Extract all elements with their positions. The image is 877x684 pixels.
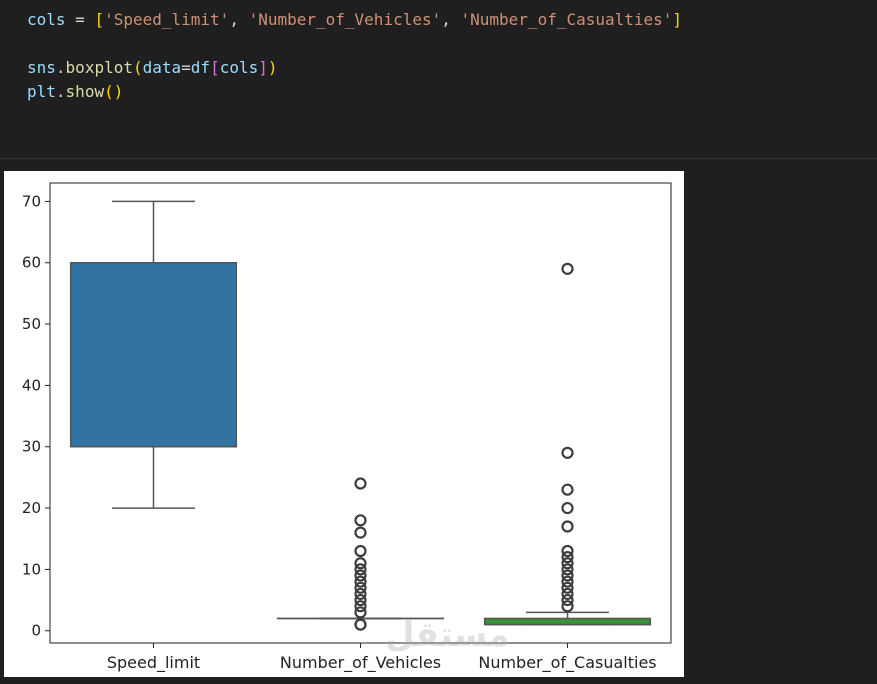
code-token: plt — [27, 82, 56, 101]
code-token: [ — [210, 58, 220, 77]
y-tick-label: 10 — [22, 560, 41, 578]
code-token: show — [65, 82, 105, 101]
outlier-point — [354, 618, 367, 631]
code-token: ] — [258, 58, 268, 77]
outlier-point — [354, 544, 367, 558]
outlier-point — [354, 557, 367, 570]
outlier-point — [561, 544, 574, 558]
code-line-3: plt.show() — [27, 82, 123, 102]
boxplot-figure: 0 10 20 30 40 50 60 70 Speed_limit Number_of_Vehi… — [4, 171, 684, 677]
code-token: , — [229, 10, 249, 29]
code-token: . — [55, 58, 66, 77]
outlier-point — [354, 514, 367, 527]
code-token: , — [441, 10, 461, 29]
code-token: ) — [267, 58, 278, 77]
code-token: 'Number_of_Casualties' — [460, 10, 673, 29]
outlier-point — [561, 520, 574, 533]
outlier-point — [561, 262, 574, 275]
code-token: . — [55, 82, 66, 101]
code-token: () — [104, 82, 124, 101]
box-iqr — [69, 261, 238, 448]
code-token: data — [142, 58, 182, 77]
code-token: sns — [27, 58, 56, 77]
code-cell[interactable]: cols = ['Speed_limit', 'Number_of_Vehicl… — [0, 0, 877, 158]
code-token: cols — [219, 58, 259, 77]
code-token: = — [65, 10, 95, 29]
y-tick-label: 30 — [22, 438, 41, 456]
y-tick-label: 70 — [22, 192, 41, 210]
box-group — [69, 200, 652, 631]
boxplot-chart: 0 10 20 30 40 50 60 70 Speed_limit Number_of_Vehi… — [22, 182, 672, 673]
outlier-point — [561, 483, 574, 496]
outlier-point — [354, 477, 367, 490]
x-tick-label: Number_of_Casualties — [478, 653, 656, 673]
code-token: = — [181, 58, 191, 77]
y-tick-label: 40 — [22, 376, 41, 394]
outlier-point — [561, 446, 574, 459]
y-tick-label: 50 — [22, 315, 41, 333]
code-token: ( — [132, 58, 143, 77]
code-token: ] — [672, 10, 683, 29]
code-line-2: sns.boxplot(data=df[cols]) — [27, 58, 278, 78]
x-tick-label: Number_of_Vehicles — [280, 653, 441, 673]
code-token: 'Speed_limit' — [104, 10, 230, 29]
y-tick-label: 60 — [22, 254, 41, 272]
y-tick-label: 20 — [22, 499, 41, 517]
code-token: cols — [27, 10, 66, 29]
outlier-point — [561, 501, 574, 515]
box-iqr — [483, 617, 652, 626]
code-token: [ — [94, 10, 105, 29]
code-token: df — [190, 58, 211, 77]
outlier-point — [354, 526, 367, 539]
y-tick-label: 0 — [31, 622, 41, 640]
x-tick-label: Speed_limit — [107, 653, 200, 673]
code-line-1: cols = ['Speed_limit', 'Number_of_Vehicl… — [27, 10, 682, 30]
code-token: 'Number_of_Vehicles' — [248, 10, 442, 29]
code-token: boxplot — [65, 58, 133, 77]
